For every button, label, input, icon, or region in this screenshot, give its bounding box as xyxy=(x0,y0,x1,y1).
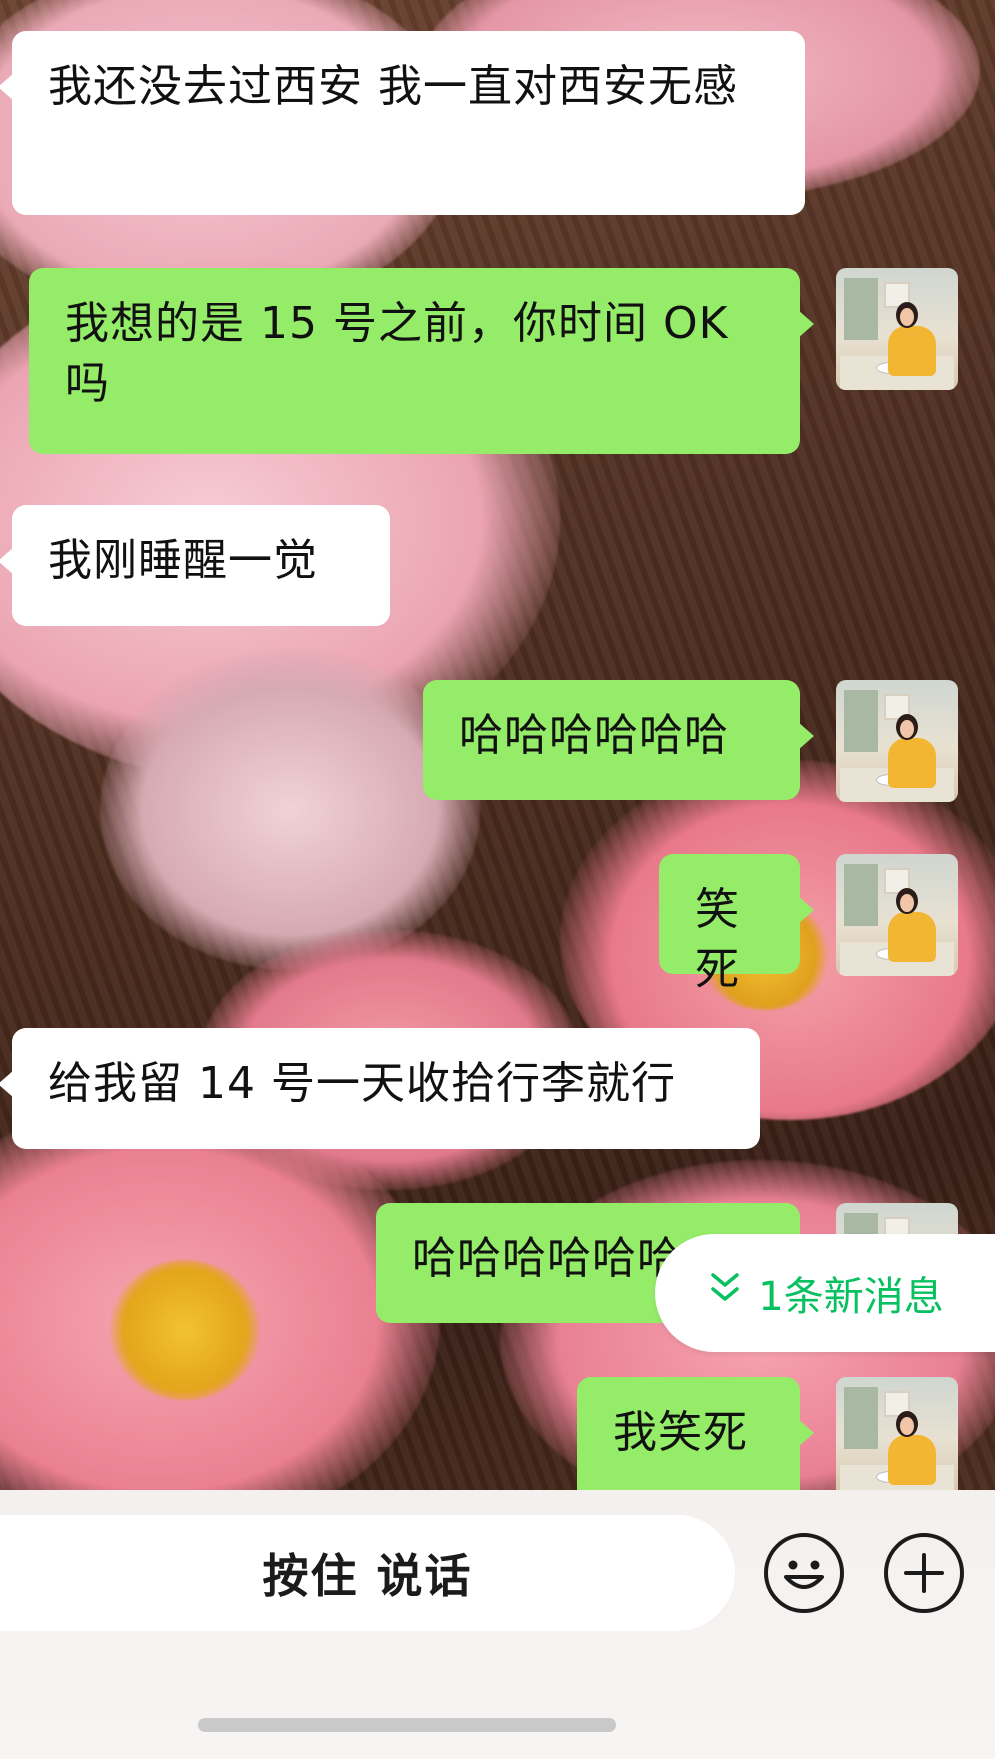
message-bubble-sent[interactable]: 我笑死 xyxy=(577,1377,814,1490)
message-text: 给我留 14 号一天收拾行李就行 xyxy=(48,1058,676,1109)
avatar[interactable] xyxy=(836,854,958,976)
avatar[interactable] xyxy=(836,1377,958,1490)
new-message-label: 1条新消息 xyxy=(758,1274,944,1320)
message-bubble-received[interactable]: 给我留 14 号一天收拾行李就行 xyxy=(0,1028,760,1149)
smiley-icon[interactable] xyxy=(764,1533,844,1613)
avatar[interactable] xyxy=(836,680,958,802)
message-text: 我刚睡醒一觉 xyxy=(48,535,318,586)
message-bubble-received[interactable]: 我还没去过西安 我一直对西安无感 xyxy=(0,31,805,215)
message-bubble-sent[interactable]: 哈哈哈哈哈哈 xyxy=(423,680,814,800)
message-text: 我笑死 xyxy=(613,1407,748,1458)
message-bubble-sent[interactable]: 我想的是 15 号之前，你时间 OK 吗 xyxy=(29,268,814,454)
message-bubble-received[interactable]: 我刚睡醒一觉 xyxy=(0,505,390,626)
message-bubble-sent[interactable]: 笑死 xyxy=(659,854,814,995)
message-text: 我想的是 15 号之前，你时间 OK 吗 xyxy=(65,298,729,409)
new-message-pill[interactable]: 1条新消息 xyxy=(655,1234,995,1352)
avatar[interactable] xyxy=(836,268,958,390)
input-bar: 按住 说话 xyxy=(0,1490,995,1759)
hold-to-talk-button[interactable]: 按住 说话 xyxy=(0,1515,735,1631)
hold-to-talk-label: 按住 说话 xyxy=(262,1549,473,1603)
message-text: 笑死 xyxy=(695,884,740,995)
message-text: 哈哈哈哈哈哈 xyxy=(459,710,729,761)
plus-icon[interactable] xyxy=(884,1533,964,1613)
home-indicator[interactable] xyxy=(198,1718,616,1732)
message-text: 我还没去过西安 我一直对西安无感 xyxy=(48,61,738,112)
double-chevron-down-icon xyxy=(706,1269,744,1317)
message-text: 哈哈哈哈哈哈 xyxy=(412,1233,682,1284)
